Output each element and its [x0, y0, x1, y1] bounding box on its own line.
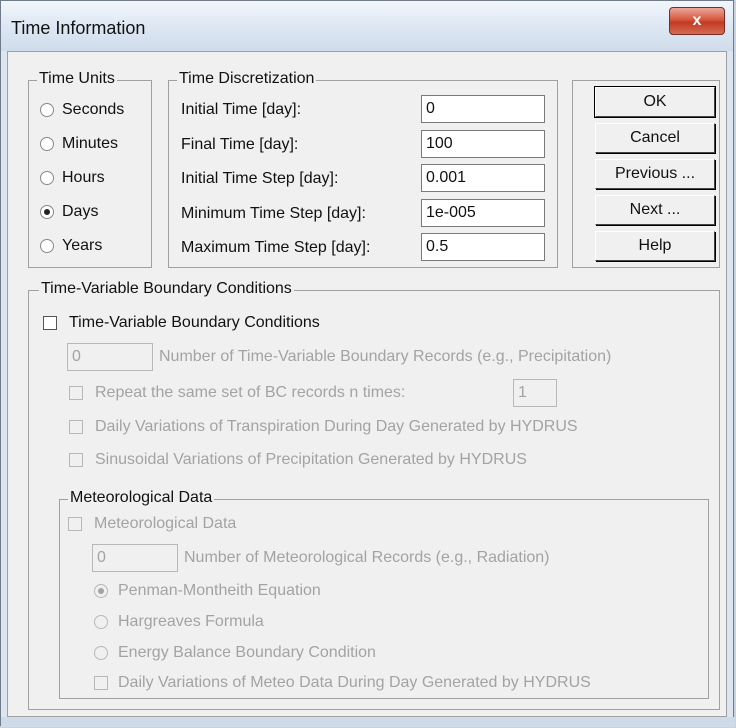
initial-time-step-label: Initial Time Step [day]: — [181, 170, 339, 187]
radio-label: Days — [62, 203, 99, 220]
ok-button[interactable]: OK — [594, 86, 716, 118]
radio-button[interactable] — [94, 646, 108, 660]
radio-label: Seconds — [62, 101, 125, 118]
help-button[interactable]: Help — [595, 231, 715, 261]
radio-button[interactable] — [94, 584, 108, 598]
minimum-time-step-label: Minimum Time Step [day]: — [181, 205, 366, 222]
time-variable-bc-legend: Time-Variable Boundary Conditions — [39, 280, 294, 298]
radio-button[interactable] — [94, 615, 108, 629]
time-information-dialog: Time Information x Time Units Seconds Mi… — [0, 0, 735, 727]
cancel-button[interactable]: Cancel — [595, 123, 715, 153]
radio-label: Hargreaves Formula — [118, 613, 264, 630]
title-bar[interactable]: Time Information x — [1, 1, 733, 51]
bc-records-input[interactable]: 0 — [67, 343, 153, 371]
checkbox[interactable] — [94, 676, 108, 690]
final-time-label: Final Time [day]: — [181, 136, 299, 153]
meteo-records-input[interactable]: 0 — [92, 544, 178, 572]
meteorological-data-group: Meteorological Data Meteorological Data … — [59, 489, 709, 699]
final-time-input[interactable]: 100 — [421, 130, 545, 158]
checkbox[interactable] — [43, 316, 57, 330]
meteorological-data-legend: Meteorological Data — [68, 489, 215, 507]
checkbox[interactable] — [69, 453, 83, 467]
time-discretization-group: Time Discretization Initial Time [day]: … — [168, 70, 558, 268]
maximum-time-step-label: Maximum Time Step [day]: — [181, 239, 371, 256]
radio-label: Years — [62, 237, 103, 254]
radio-button[interactable] — [40, 103, 54, 117]
radio-button[interactable] — [40, 137, 54, 151]
maximum-time-step-input[interactable]: 0.5 — [421, 233, 545, 261]
window-title: Time Information — [11, 18, 146, 38]
checkbox[interactable] — [69, 386, 83, 400]
initial-time-input[interactable]: 0 — [421, 95, 545, 123]
initial-time-step-input[interactable]: 0.001 — [421, 164, 545, 192]
time-units-group: Time Units Seconds Minutes Hours Days Ye… — [28, 70, 152, 268]
time-variable-bc-group: Time-Variable Boundary Conditions Time-V… — [28, 280, 720, 710]
previous-button[interactable]: Previous ... — [595, 159, 715, 189]
radio-label: Penman-Montheith Equation — [118, 582, 321, 599]
close-button[interactable]: x — [669, 7, 725, 35]
radio-button[interactable] — [40, 171, 54, 185]
minimum-time-step-input[interactable]: 1e-005 — [421, 199, 545, 227]
radio-button[interactable] — [40, 239, 54, 253]
checkbox[interactable] — [69, 420, 83, 434]
checkbox-label: Sinusoidal Variations of Precipitation G… — [95, 451, 527, 468]
checkbox[interactable] — [68, 517, 82, 531]
checkbox-label: Daily Variations of Meteo Data During Da… — [118, 674, 591, 691]
repeat-count-input[interactable]: 1 — [513, 379, 557, 407]
bc-records-label: Number of Time-Variable Boundary Records… — [159, 348, 612, 365]
time-units-legend: Time Units — [37, 70, 117, 88]
checkbox-label: Daily Variations of Transpiration During… — [95, 418, 578, 435]
checkbox-label: Time-Variable Boundary Conditions — [69, 314, 320, 331]
initial-time-label: Initial Time [day]: — [181, 101, 302, 118]
time-discretization-legend: Time Discretization — [177, 70, 317, 88]
radio-label: Hours — [62, 169, 105, 186]
checkbox-label: Repeat the same set of BC records n time… — [95, 384, 406, 401]
buttons-panel: OK Cancel Previous ... Next ... Help — [572, 80, 720, 268]
meteo-records-label: Number of Meteorological Records (e.g., … — [184, 549, 550, 566]
dialog-body: Time Units Seconds Minutes Hours Days Ye… — [7, 51, 727, 717]
radio-label: Energy Balance Boundary Condition — [118, 644, 376, 661]
checkbox-label: Meteorological Data — [94, 515, 237, 532]
next-button[interactable]: Next ... — [595, 195, 715, 225]
radio-label: Minutes — [62, 135, 119, 152]
radio-button[interactable] — [40, 205, 54, 219]
close-icon: x — [692, 12, 702, 29]
window-bottom-border — [1, 717, 735, 727]
